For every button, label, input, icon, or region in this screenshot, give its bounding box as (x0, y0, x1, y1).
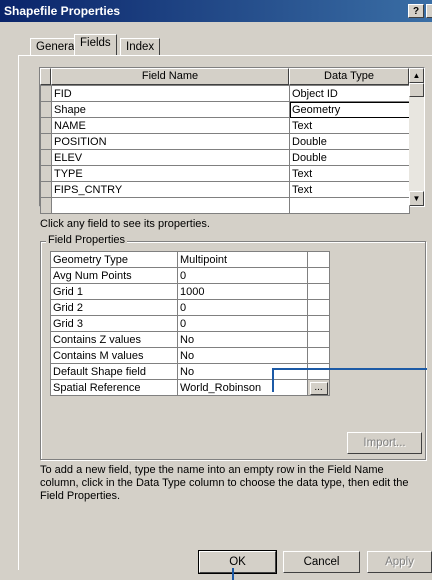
property-value[interactable]: Multipoint (177, 251, 308, 268)
cancel-button[interactable]: Cancel (283, 551, 360, 573)
property-name: Spatial Reference (50, 379, 178, 396)
data-type-cell[interactable]: Text (289, 181, 410, 198)
data-type-cell[interactable]: Geometry (289, 101, 410, 118)
property-name: Contains Z values (50, 331, 178, 348)
tab-index-label: Index (126, 41, 155, 53)
property-name: Grid 2 (50, 299, 178, 316)
property-name: Avg Num Points (50, 267, 178, 284)
field-name-column-header[interactable]: Field Name (51, 68, 289, 85)
property-name: Default Shape field (50, 363, 178, 380)
field-name-cell[interactable]: FIPS_CNTRY (51, 181, 290, 198)
table-row[interactable]: ELEV Double (40, 149, 410, 166)
property-value[interactable]: 0 (177, 267, 308, 284)
property-extra (307, 347, 330, 364)
property-extra (307, 283, 330, 300)
field-hint-text: Click any field to see its properties. (40, 218, 210, 230)
fields-grid: Field Name Data Type FID Object ID Shape… (39, 67, 425, 214)
scroll-up-icon[interactable]: ▲ (409, 68, 424, 83)
table-row[interactable]: TYPE Text (40, 165, 410, 182)
field-name-cell[interactable]: ELEV (51, 149, 290, 166)
data-type-cell[interactable]: Double (289, 149, 410, 166)
fields-scrollbar[interactable]: ▲ ▼ (409, 68, 424, 206)
instructions-text: To add a new field, type the name into a… (40, 464, 409, 502)
property-row[interactable]: Grid 3 0 (50, 315, 330, 332)
fields-table: FID Object ID Shape Geometry NAME Text P… (40, 85, 410, 214)
field-name-cell[interactable]: NAME (51, 117, 290, 134)
property-value[interactable]: No (177, 347, 308, 364)
property-extra: ... (307, 379, 330, 396)
callout-line (272, 368, 274, 392)
row-selector[interactable] (40, 85, 52, 102)
field-name-cell[interactable]: FID (51, 85, 290, 102)
property-extra (307, 331, 330, 348)
data-type-cell[interactable] (289, 197, 410, 214)
row-selector[interactable] (40, 197, 52, 214)
property-row[interactable]: Geometry Type Multipoint (50, 251, 330, 268)
callout-line (232, 568, 234, 580)
field-name-cell[interactable]: Shape (51, 101, 290, 118)
property-row[interactable]: Grid 2 0 (50, 299, 330, 316)
property-value[interactable]: 0 (177, 315, 308, 332)
property-value[interactable]: 0 (177, 299, 308, 316)
table-row[interactable]: FID Object ID (40, 85, 410, 102)
field-name-cell[interactable] (51, 197, 290, 214)
corner-header (40, 68, 51, 85)
row-selector[interactable] (40, 165, 52, 182)
property-row[interactable]: Spatial Reference World_Robinson ... (50, 379, 330, 396)
property-name: Geometry Type (50, 251, 178, 268)
property-row[interactable]: Grid 1 1000 (50, 283, 330, 300)
table-row[interactable]: POSITION Double (40, 133, 410, 150)
property-row[interactable]: Avg Num Points 0 (50, 267, 330, 284)
property-extra (307, 251, 330, 268)
property-row[interactable]: Contains M values No (50, 347, 330, 364)
row-selector[interactable] (40, 133, 52, 150)
tab-index[interactable]: Index (120, 38, 161, 55)
shapefile-properties-dialog: Shapefile Properties ? General Fields In… (0, 0, 432, 580)
field-name-cell[interactable]: POSITION (51, 133, 290, 150)
property-name: Grid 1 (50, 283, 178, 300)
property-extra (307, 267, 330, 284)
data-type-column-header[interactable]: Data Type (289, 68, 409, 85)
spatial-reference-ellipsis-button[interactable]: ... (309, 381, 328, 395)
property-row[interactable]: Default Shape field No (50, 363, 330, 380)
callout-line (272, 368, 427, 370)
row-selector[interactable] (40, 101, 52, 118)
property-name: Contains M values (50, 347, 178, 364)
import-button[interactable]: Import... (347, 432, 422, 454)
row-selector[interactable] (40, 149, 52, 166)
scroll-thumb[interactable] (409, 83, 424, 97)
data-type-cell[interactable]: Text (289, 165, 410, 182)
property-value[interactable]: No (177, 363, 308, 380)
row-selector[interactable] (40, 181, 52, 198)
tab-fields[interactable]: Fields (74, 34, 117, 55)
tab-fields-label: Fields (80, 37, 111, 49)
property-extra (307, 299, 330, 316)
data-type-cell[interactable]: Double (289, 133, 410, 150)
property-value[interactable]: World_Robinson (177, 379, 308, 396)
tab-general-label: General (36, 41, 77, 53)
row-selector[interactable] (40, 117, 52, 134)
apply-button[interactable]: Apply (367, 551, 432, 573)
property-value[interactable]: 1000 (177, 283, 308, 300)
data-type-cell[interactable]: Text (289, 117, 410, 134)
table-row[interactable]: FIPS_CNTRY Text (40, 181, 410, 198)
help-button[interactable]: ? (408, 4, 424, 18)
property-value[interactable]: No (177, 331, 308, 348)
title-bar: Shapefile Properties ? (0, 0, 432, 22)
table-row[interactable] (40, 197, 410, 214)
ok-button[interactable]: OK (198, 550, 277, 574)
table-row[interactable]: NAME Text (40, 117, 410, 134)
scroll-down-icon[interactable]: ▼ (409, 191, 424, 206)
table-row[interactable]: Shape Geometry (40, 101, 410, 118)
field-name-cell[interactable]: TYPE (51, 165, 290, 182)
field-properties-label: Field Properties (46, 234, 128, 246)
property-extra (307, 363, 330, 380)
window-title: Shapefile Properties (4, 4, 121, 18)
property-name: Grid 3 (50, 315, 178, 332)
close-button[interactable] (426, 4, 432, 18)
property-extra (307, 315, 330, 332)
property-row[interactable]: Contains Z values No (50, 331, 330, 348)
data-type-cell[interactable]: Object ID (289, 85, 410, 102)
field-properties-table: Geometry Type Multipoint Avg Num Points … (50, 251, 330, 396)
